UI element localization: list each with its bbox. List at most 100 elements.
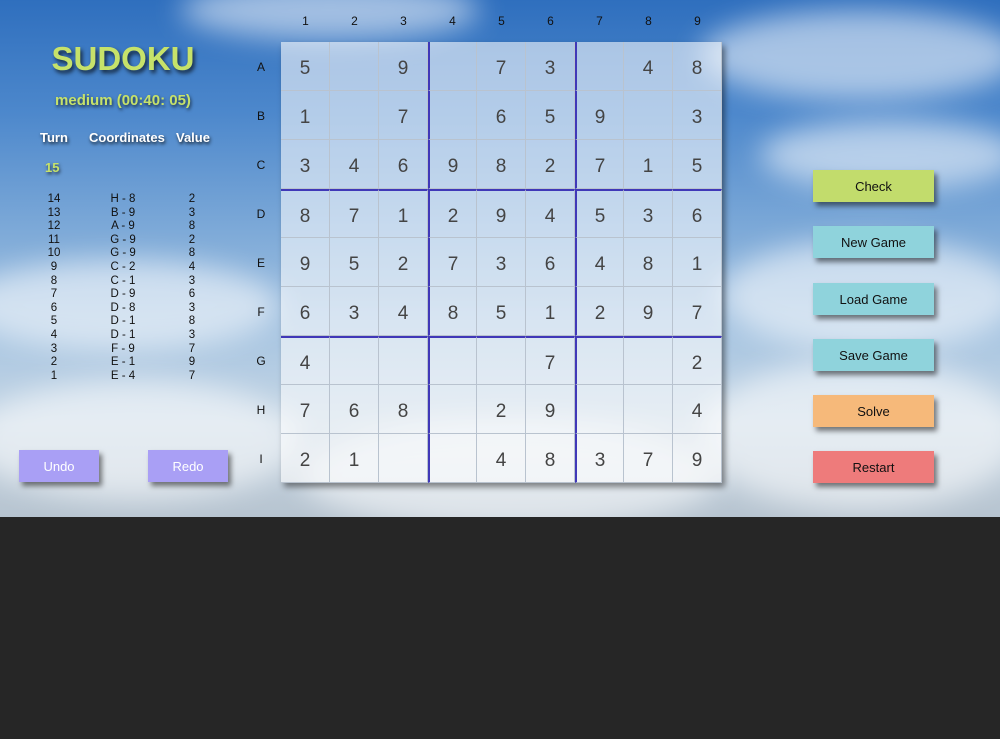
history-turn: 1 <box>50 369 58 382</box>
board-cell[interactable]: 7 <box>379 91 428 140</box>
value-header: Value <box>176 130 210 145</box>
board-cell[interactable] <box>428 385 477 434</box>
board-cell[interactable]: 9 <box>526 385 575 434</box>
board-cell[interactable]: 1 <box>330 434 379 483</box>
board-cell[interactable]: 9 <box>673 434 722 483</box>
board-cell[interactable]: 9 <box>428 140 477 189</box>
board-cell[interactable]: 7 <box>673 287 722 336</box>
board-cell[interactable] <box>330 336 379 385</box>
board-cell[interactable]: 5 <box>526 91 575 140</box>
board-cell[interactable]: 1 <box>526 287 575 336</box>
board-cell[interactable]: 4 <box>281 336 330 385</box>
board-cell[interactable]: 9 <box>624 287 673 336</box>
history-row: 10 G - 9 8 <box>0 247 246 261</box>
board-cell[interactable]: 4 <box>624 42 673 91</box>
history-coordinate: E - 1 <box>110 356 136 369</box>
board-cell[interactable]: 1 <box>379 189 428 238</box>
board-cell[interactable]: 3 <box>330 287 379 336</box>
board-cell[interactable] <box>428 336 477 385</box>
board-cell[interactable] <box>575 42 624 91</box>
board-cell[interactable]: 3 <box>477 238 526 287</box>
board-cell[interactable]: 7 <box>330 189 379 238</box>
redo-button[interactable]: Redo <box>148 450 228 482</box>
board-cell[interactable]: 3 <box>624 189 673 238</box>
save-game-button[interactable]: Save Game <box>813 339 934 371</box>
board-cell[interactable]: 4 <box>477 434 526 483</box>
load-game-button[interactable]: Load Game <box>813 283 934 315</box>
board-cell[interactable]: 5 <box>477 287 526 336</box>
history-turn: 14 <box>47 193 61 205</box>
board-cell[interactable]: 3 <box>281 140 330 189</box>
board-cell[interactable] <box>575 336 624 385</box>
board-cell[interactable]: 2 <box>379 238 428 287</box>
board-cell[interactable]: 9 <box>379 42 428 91</box>
board-cell[interactable]: 8 <box>526 434 575 483</box>
history-turn: 5 <box>50 315 58 328</box>
board-cell[interactable]: 7 <box>575 140 624 189</box>
board-cell[interactable]: 2 <box>673 336 722 385</box>
board-cell[interactable] <box>379 336 428 385</box>
board-cell[interactable]: 8 <box>379 385 428 434</box>
board-cell[interactable]: 7 <box>526 336 575 385</box>
board-cell[interactable]: 5 <box>281 42 330 91</box>
board-cell[interactable]: 8 <box>673 42 722 91</box>
board-cell[interactable]: 6 <box>526 238 575 287</box>
board-cell[interactable]: 4 <box>526 189 575 238</box>
board-cell[interactable]: 2 <box>526 140 575 189</box>
board-cell[interactable]: 4 <box>379 287 428 336</box>
board-cell[interactable] <box>624 336 673 385</box>
board-cell[interactable]: 8 <box>624 238 673 287</box>
board-cell[interactable]: 6 <box>673 189 722 238</box>
solve-button[interactable]: Solve <box>813 395 934 427</box>
restart-button[interactable]: Restart <box>813 451 934 483</box>
history-value: 3 <box>188 274 196 287</box>
board-cell[interactable]: 4 <box>330 140 379 189</box>
board-cell[interactable]: 5 <box>575 189 624 238</box>
undo-button[interactable]: Undo <box>19 450 99 482</box>
board-cell[interactable]: 6 <box>281 287 330 336</box>
board-cell[interactable]: 6 <box>477 91 526 140</box>
board-cell[interactable]: 5 <box>673 140 722 189</box>
board-cell[interactable]: 1 <box>624 140 673 189</box>
board-cell[interactable]: 7 <box>428 238 477 287</box>
board-cell[interactable]: 4 <box>575 238 624 287</box>
board-cell[interactable] <box>624 385 673 434</box>
board-cell[interactable] <box>330 42 379 91</box>
check-button[interactable]: Check <box>813 170 934 202</box>
board-cell[interactable]: 3 <box>526 42 575 91</box>
board-cell[interactable]: 2 <box>428 189 477 238</box>
board-cell[interactable]: 8 <box>281 189 330 238</box>
board-cell[interactable] <box>477 336 526 385</box>
history-value: 3 <box>188 328 196 341</box>
new-game-button[interactable]: New Game <box>813 226 934 258</box>
board-cell[interactable]: 7 <box>624 434 673 483</box>
board-cell[interactable]: 8 <box>477 140 526 189</box>
board-cell[interactable]: 9 <box>575 91 624 140</box>
board-cell[interactable]: 4 <box>673 385 722 434</box>
board-cell[interactable]: 9 <box>281 238 330 287</box>
board-cell[interactable]: 6 <box>379 140 428 189</box>
board-cell[interactable] <box>428 91 477 140</box>
board-cell[interactable]: 9 <box>477 189 526 238</box>
board-cell[interactable]: 7 <box>281 385 330 434</box>
board-cell[interactable] <box>379 434 428 483</box>
board-cell[interactable]: 2 <box>281 434 330 483</box>
board-cell[interactable]: 2 <box>477 385 526 434</box>
board-cell[interactable]: 2 <box>575 287 624 336</box>
board-cell[interactable]: 6 <box>330 385 379 434</box>
board-cell[interactable]: 1 <box>673 238 722 287</box>
board-cell[interactable] <box>575 385 624 434</box>
history-row: 9 C - 2 4 <box>0 261 246 275</box>
board-cell[interactable] <box>428 42 477 91</box>
board-cell[interactable]: 8 <box>428 287 477 336</box>
board-cell[interactable]: 1 <box>281 91 330 140</box>
board-cell[interactable] <box>428 434 477 483</box>
board-cell[interactable] <box>330 91 379 140</box>
history-row: 4 D - 1 3 <box>0 329 246 343</box>
board-cell[interactable]: 3 <box>575 434 624 483</box>
board-cell[interactable]: 7 <box>477 42 526 91</box>
board-cell[interactable]: 3 <box>673 91 722 140</box>
history-row: 7 D - 9 6 <box>0 288 246 302</box>
board-cell[interactable]: 5 <box>330 238 379 287</box>
board-cell[interactable] <box>624 91 673 140</box>
